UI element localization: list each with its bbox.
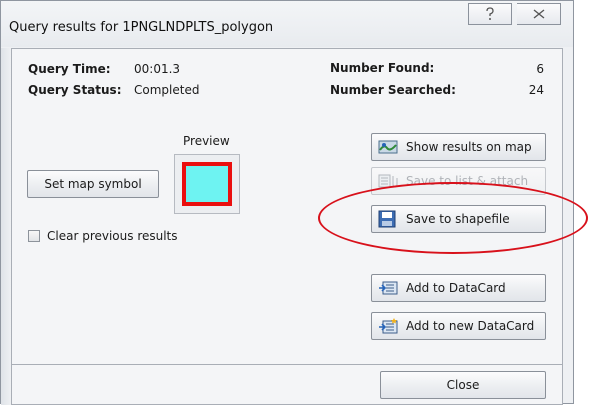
close-button[interactable]: Close	[380, 371, 546, 399]
help-icon	[486, 7, 494, 20]
set-map-symbol-label: Set map symbol	[44, 177, 142, 191]
close-icon	[533, 9, 544, 19]
query-results-dialog: Query results for 1PNGLNDPLTS_polygon Qu…	[0, 0, 574, 405]
add-to-new-datacard-label: Add to new DataCard	[406, 319, 535, 333]
title-bar: Query results for 1PNGLNDPLTS_polygon	[1, 1, 573, 47]
save-to-shapefile-button[interactable]: Save to shapefile	[371, 205, 546, 233]
clear-previous-results-checkbox[interactable]	[28, 230, 40, 242]
query-status-label: Query Status:	[28, 83, 122, 97]
preview-label: Preview	[183, 134, 230, 148]
query-info-panel: Query Time: 00:01.3 Query Status: Comple…	[11, 48, 563, 118]
new-datacard-icon	[378, 318, 398, 334]
query-time-label: Query Time:	[28, 62, 111, 76]
number-found-label: Number Found:	[330, 61, 435, 75]
floppy-disk-icon	[378, 210, 398, 228]
add-to-datacard-label: Add to DataCard	[406, 281, 506, 295]
number-found-value: 6	[536, 62, 544, 76]
symbol-preview	[174, 154, 240, 214]
symbol-swatch	[182, 162, 232, 206]
save-to-shapefile-label: Save to shapefile	[406, 212, 510, 226]
add-to-new-datacard-button[interactable]: Add to new DataCard	[371, 312, 546, 340]
datacard-icon	[378, 280, 398, 296]
add-to-datacard-button[interactable]: Add to DataCard	[371, 274, 546, 302]
list-attach-icon	[378, 173, 398, 189]
query-time-value: 00:01.3	[134, 62, 181, 76]
close-button-label: Close	[446, 378, 480, 392]
number-searched-value: 24	[528, 83, 544, 97]
show-results-label: Show results on map	[406, 140, 532, 154]
number-searched-label: Number Searched:	[330, 83, 456, 97]
close-window-button[interactable]	[517, 3, 561, 25]
clear-previous-results-label: Clear previous results	[47, 229, 178, 243]
map-icon	[378, 139, 398, 155]
window-title: Query results for 1PNGLNDPLTS_polygon	[9, 20, 274, 35]
save-to-list-button[interactable]: Save to list & attach	[371, 167, 546, 195]
show-results-on-map-button[interactable]: Show results on map	[371, 133, 546, 161]
help-button[interactable]	[468, 3, 512, 25]
save-to-list-label: Save to list & attach	[406, 174, 529, 188]
set-map-symbol-button[interactable]: Set map symbol	[27, 170, 159, 198]
window-frame-edge	[1, 48, 11, 405]
query-status-value: Completed	[134, 83, 200, 97]
